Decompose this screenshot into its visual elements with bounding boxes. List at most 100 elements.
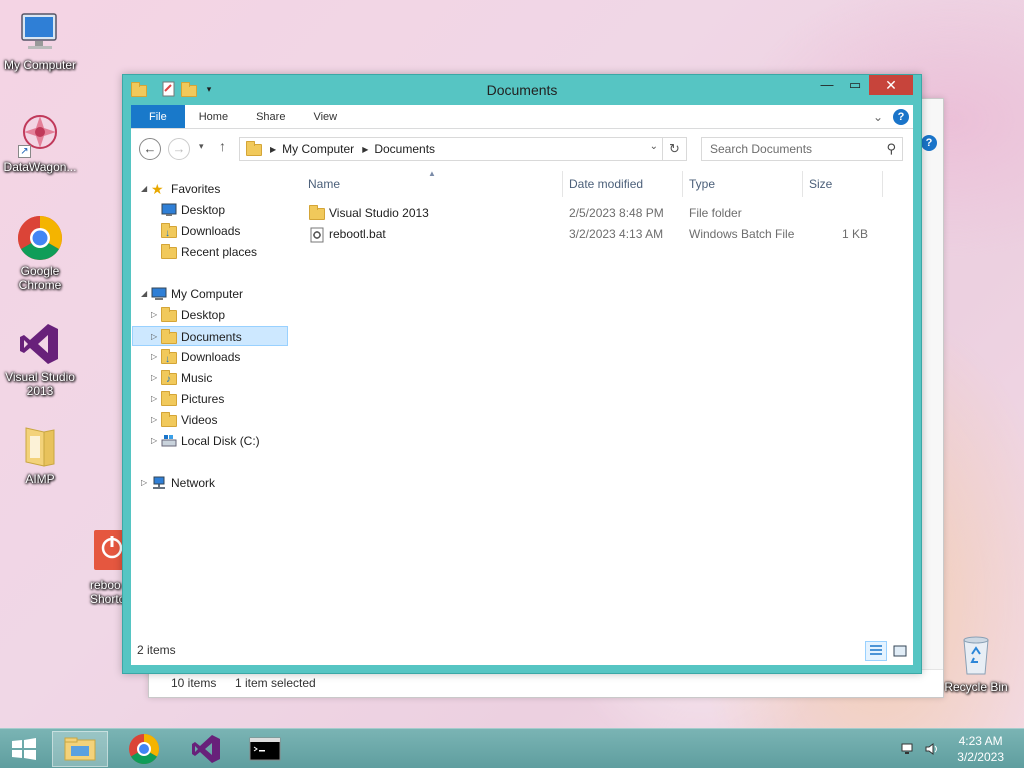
back-button[interactable]: ← <box>139 138 161 160</box>
large-icons-view-button[interactable] <box>889 641 911 661</box>
column-divider[interactable] <box>802 171 803 197</box>
search-placeholder: Search Documents <box>710 142 813 156</box>
network-icon[interactable] <box>900 741 916 757</box>
tree-favorites-desktop[interactable]: Desktop <box>141 200 281 220</box>
tree-computer-local-disk[interactable]: ▷ Local Disk (C:) <box>141 431 281 451</box>
folder-icon <box>161 307 177 322</box>
tab-view[interactable]: View <box>299 105 351 128</box>
tree-computer-downloads[interactable]: ▷ ↓ Downloads <box>141 347 281 367</box>
refresh-button[interactable]: ↻ <box>662 138 686 160</box>
search-icon[interactable]: ⚲ <box>886 138 896 160</box>
collapse-arrow-icon[interactable]: ◢ <box>141 179 151 199</box>
forward-button[interactable]: → <box>168 138 190 160</box>
help-icon[interactable]: ? <box>921 135 937 151</box>
desktop-icon-aimp[interactable]: AIMP <box>0 422 82 486</box>
search-input[interactable]: Search Documents ⚲ <box>701 137 903 161</box>
taskbar-visual-studio[interactable] <box>178 731 234 767</box>
system-tray <box>900 741 940 757</box>
desktop-icon-visual-studio[interactable]: Visual Studio 2013 <box>0 320 82 398</box>
column-header-date-modified[interactable]: Date modified <box>569 177 643 191</box>
help-icon[interactable]: ? <box>893 109 909 125</box>
tree-favorites-recent-places[interactable]: Recent places <box>141 242 281 262</box>
up-button[interactable]: ↑ <box>219 138 226 154</box>
expand-ribbon-icon[interactable]: ⌄ <box>873 109 883 125</box>
expand-arrow-icon[interactable]: ▷ <box>151 389 161 409</box>
tree-computer-documents[interactable]: ▷ Documents <box>132 326 288 346</box>
visual-studio-icon <box>192 735 220 763</box>
column-divider[interactable] <box>562 171 563 197</box>
file-explorer-icon <box>64 737 96 761</box>
tree-my-computer[interactable]: ◢ My Computer <box>141 284 281 304</box>
computer-icon <box>16 8 64 56</box>
file-row[interactable]: Visual Studio 2013 2/5/2023 8:48 PM File… <box>301 203 891 223</box>
tab-share[interactable]: Share <box>242 105 299 128</box>
network-icon <box>151 476 167 490</box>
maximize-button[interactable]: ▭ <box>841 75 869 95</box>
expand-arrow-icon[interactable]: ▷ <box>151 305 161 325</box>
address-dropdown-icon[interactable]: ⌄ <box>650 141 658 152</box>
chrome-icon <box>16 214 64 262</box>
column-header-type[interactable]: Type <box>689 177 715 191</box>
tree-network[interactable]: ▷ Network <box>141 473 281 493</box>
desktop-icon-recycle-bin[interactable]: Recycle Bin <box>934 630 1018 694</box>
taskbar-command-prompt[interactable] <box>238 731 294 767</box>
window-title: Documents <box>486 82 558 98</box>
desktop-icon-datawagon[interactable]: ↗ DataWagon... <box>0 110 82 174</box>
clock[interactable]: 4:23 AM 3/2/2023 <box>957 733 1004 765</box>
column-header-name[interactable]: Name <box>308 177 340 191</box>
expand-arrow-icon[interactable]: ▷ <box>141 473 151 493</box>
shortcut-arrow-icon: ↗ <box>18 145 31 158</box>
downloads-icon: ↓ <box>161 349 177 365</box>
taskbar-google-chrome[interactable] <box>116 731 172 767</box>
file-list[interactable]: ▲ Name Date modified Type Size Visual St… <box>291 167 913 635</box>
command-prompt-icon <box>249 737 281 761</box>
details-view-button[interactable] <box>865 641 887 661</box>
desktop-icon-reboot-shortcut[interactable]: reboo Shortc <box>76 528 122 606</box>
close-button[interactable]: ✕ <box>869 75 913 95</box>
visual-studio-icon <box>16 320 64 368</box>
videos-icon <box>161 412 177 427</box>
expand-arrow-icon[interactable]: ▷ <box>151 431 161 451</box>
hard-drive-icon <box>161 434 177 448</box>
tree-favorites-downloads[interactable]: ↓ Downloads <box>141 221 281 241</box>
title-bar[interactable]: ▾ Documents — ▭ ✕ <box>123 75 921 105</box>
file-row[interactable]: rebootl.bat 3/2/2023 4:13 AM Windows Bat… <box>301 224 891 244</box>
breadcrumb-separator-icon[interactable]: ▶ <box>270 145 276 154</box>
tree-computer-videos[interactable]: ▷ Videos <box>141 410 281 430</box>
tree-computer-pictures[interactable]: ▷ Pictures <box>141 389 281 409</box>
volume-icon[interactable] <box>924 741 940 757</box>
desktop-icon-google-chrome[interactable]: Google Chrome <box>0 214 82 292</box>
tree-computer-music[interactable]: ▷ ♪ Music <box>141 368 281 388</box>
ribbon-tabs: File Home Share View ⌄ ? <box>131 105 913 129</box>
tab-file[interactable]: File <box>131 105 185 128</box>
recent-locations-icon[interactable]: ▾ <box>199 141 204 152</box>
breadcrumb-documents[interactable]: Documents <box>374 142 435 156</box>
breadcrumb-my-computer[interactable]: My Computer <box>282 142 354 156</box>
expand-arrow-icon[interactable]: ▷ <box>151 368 161 388</box>
recycle-bin-icon <box>952 630 1000 678</box>
tree-favorites[interactable]: ◢ ★ Favorites <box>141 179 281 199</box>
column-divider[interactable] <box>882 171 883 197</box>
expand-arrow-icon[interactable]: ▷ <box>151 327 161 347</box>
pictures-icon <box>161 391 177 406</box>
taskbar-file-explorer[interactable] <box>52 731 108 767</box>
folder-icon <box>309 205 325 220</box>
desktop-icon-label: DataWagon... <box>3 160 77 174</box>
desktop-icon-label: Visual Studio 2013 <box>5 370 75 398</box>
explorer-window[interactable]: ▾ Documents — ▭ ✕ File Home Share View ⌄… <box>122 74 922 674</box>
desktop-icon-my-computer[interactable]: My Computer <box>0 8 82 72</box>
tab-home[interactable]: Home <box>185 105 242 128</box>
minimize-button[interactable]: — <box>813 75 841 95</box>
expand-arrow-icon[interactable]: ▷ <box>151 347 161 367</box>
column-header-size[interactable]: Size <box>809 177 832 191</box>
address-bar[interactable]: ▶ My Computer ▶ Documents ⌄ ↻ <box>239 137 687 161</box>
column-divider[interactable] <box>682 171 683 197</box>
collapse-arrow-icon[interactable]: ◢ <box>141 284 151 304</box>
start-button[interactable] <box>0 731 48 767</box>
power-icon <box>94 528 122 576</box>
expand-arrow-icon[interactable]: ▷ <box>151 410 161 430</box>
item-count: 2 items <box>137 643 176 657</box>
tree-computer-desktop[interactable]: ▷ Desktop <box>141 305 281 325</box>
breadcrumb-separator-icon[interactable]: ▶ <box>362 145 368 154</box>
window-client: File Home Share View ⌄ ? ← → ▾ ↑ ▶ My Co… <box>131 105 913 665</box>
